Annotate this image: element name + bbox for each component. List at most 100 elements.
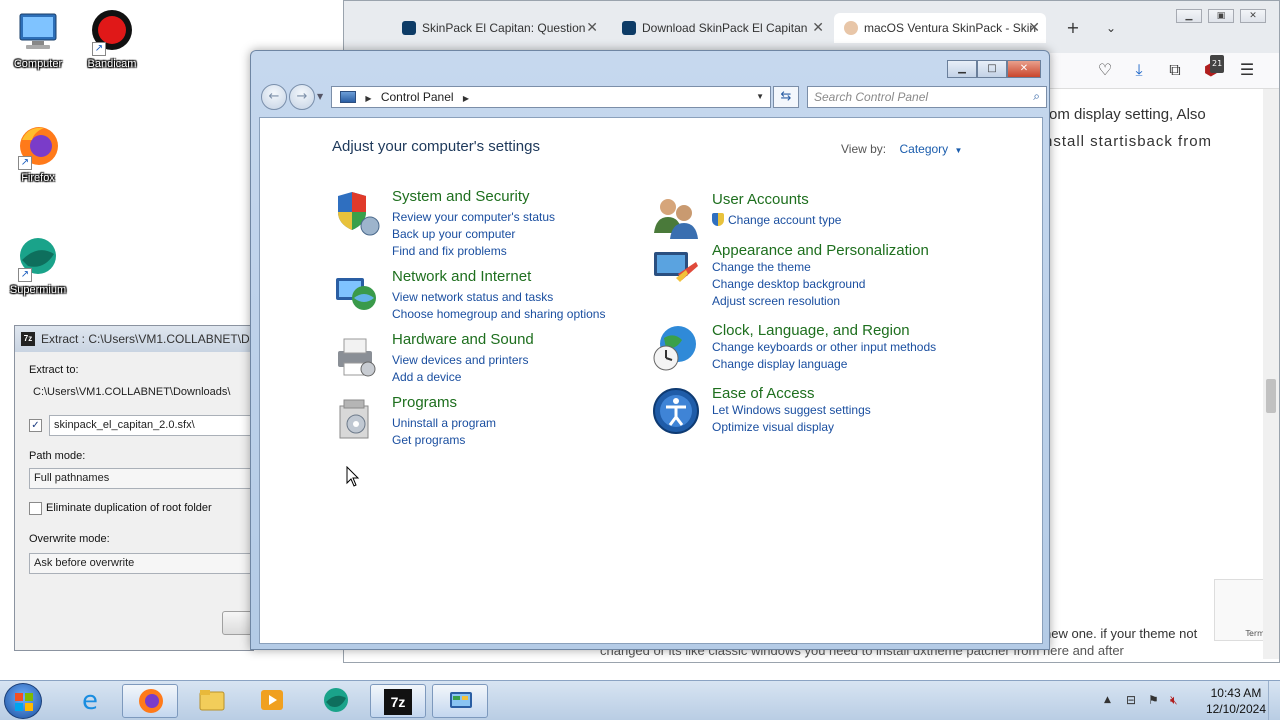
clock-date: 12/10/2024 bbox=[1205, 702, 1266, 716]
start-button[interactable] bbox=[4, 683, 42, 719]
download-icon[interactable]: ⤓ bbox=[1130, 61, 1148, 79]
category-title[interactable]: Hardware and Sound bbox=[392, 331, 534, 348]
taskbar-media-player[interactable] bbox=[244, 684, 300, 718]
close-button[interactable]: ✕ bbox=[1007, 60, 1041, 78]
category-title[interactable]: System and Security bbox=[392, 188, 530, 205]
subfolder-checkbox[interactable]: ✓ bbox=[29, 419, 42, 432]
show-hidden-icons-icon[interactable]: ▲ bbox=[1104, 695, 1111, 705]
browser-tab-3[interactable]: macOS Ventura SkinPack - Skin ✕ bbox=[834, 13, 1046, 43]
ublock-icon[interactable]: ⬢ 21 bbox=[1202, 55, 1225, 79]
refresh-button[interactable]: ⇆ bbox=[773, 86, 799, 108]
overwrite-mode-label: Overwrite mode: bbox=[29, 533, 110, 545]
category-link[interactable]: View devices and printers bbox=[392, 353, 529, 367]
extensions-icon[interactable]: ⧉ bbox=[1166, 61, 1184, 79]
clock[interactable]: 10:43 AM 12/10/2024 bbox=[1206, 685, 1266, 717]
view-by: View by: Category ▼ bbox=[841, 142, 962, 156]
category-title[interactable]: Network and Internet bbox=[392, 268, 531, 285]
programs-box-icon[interactable] bbox=[332, 396, 380, 444]
subfolder-field[interactable]: skinpack_el_capitan_2.0.sfx\ bbox=[49, 415, 255, 436]
category-link[interactable]: Add a device bbox=[392, 370, 461, 384]
category-link[interactable]: Change account type bbox=[712, 213, 841, 227]
category-link[interactable]: Change desktop background bbox=[712, 277, 865, 291]
category-link[interactable]: Review your computer's status bbox=[392, 210, 555, 224]
breadcrumb-control-panel[interactable]: Control Panel bbox=[381, 90, 454, 104]
category-link[interactable]: Adjust screen resolution bbox=[712, 294, 840, 308]
category-title[interactable]: Programs bbox=[392, 394, 457, 411]
users-icon[interactable] bbox=[652, 193, 700, 241]
tab-list-chevron-icon[interactable]: ⌄ bbox=[1102, 19, 1120, 37]
network-globe-icon[interactable] bbox=[332, 270, 380, 318]
bandicam-icon: ↗ bbox=[88, 8, 136, 56]
category-title[interactable]: Appearance and Personalization bbox=[712, 242, 929, 259]
category-link[interactable]: Optimize visual display bbox=[712, 420, 834, 434]
ease-of-access-icon[interactable] bbox=[652, 387, 700, 435]
desktop-icon-supermium[interactable]: ↗ Supermium bbox=[0, 234, 76, 296]
close-tab-icon[interactable]: ✕ bbox=[812, 19, 824, 36]
firefox-icon bbox=[136, 687, 166, 717]
category-link[interactable]: Choose homegroup and sharing options bbox=[392, 307, 605, 321]
minimize-button[interactable]: ▁ bbox=[947, 60, 977, 78]
media-player-icon bbox=[257, 686, 287, 716]
address-bar[interactable]: ▶ Control Panel ▶ ▼ bbox=[331, 86, 771, 108]
overwrite-mode-select[interactable]: Ask before overwrite bbox=[29, 553, 255, 574]
browser-close-button[interactable]: ✕ bbox=[1240, 9, 1266, 23]
maximize-button[interactable]: □ bbox=[977, 60, 1007, 78]
category-title[interactable]: User Accounts bbox=[712, 191, 809, 208]
clock-globe-icon[interactable] bbox=[652, 324, 700, 372]
taskbar-internet-explorer[interactable]: e bbox=[62, 684, 118, 718]
browser-minimize-button[interactable]: ▁ bbox=[1176, 9, 1202, 23]
shield-icon[interactable] bbox=[332, 190, 380, 238]
category-link[interactable]: Let Windows suggest settings bbox=[712, 403, 871, 417]
taskbar-7zip[interactable]: 7z bbox=[370, 684, 426, 718]
printer-icon[interactable] bbox=[332, 333, 380, 381]
breadcrumb-arrow-icon[interactable]: ▶ bbox=[365, 94, 371, 103]
breadcrumb-arrow-icon[interactable]: ▶ bbox=[463, 94, 469, 103]
taskbar-firefox[interactable] bbox=[122, 684, 178, 718]
volume-muted-icon[interactable]: 🔇︎ bbox=[1170, 693, 1178, 708]
category-link[interactable]: Change the theme bbox=[712, 260, 811, 274]
category-link[interactable]: Back up your computer bbox=[392, 227, 515, 241]
menu-icon[interactable]: ☰ bbox=[1238, 61, 1256, 79]
category-link[interactable]: View network status and tasks bbox=[392, 290, 553, 304]
action-center-flag-icon[interactable]: ⚑ bbox=[1148, 693, 1159, 707]
taskbar-file-explorer[interactable] bbox=[184, 684, 240, 718]
chevron-down-icon[interactable]: ▼ bbox=[955, 146, 963, 155]
browser-tab-2[interactable]: Download SkinPack El Capitan ✕ bbox=[612, 13, 830, 43]
close-tab-icon[interactable]: ✕ bbox=[1028, 19, 1040, 36]
extract-to-field[interactable]: C:\Users\VM1.COLLABNET\Downloads\ bbox=[29, 383, 255, 404]
shortcut-arrow-icon: ↗ bbox=[92, 42, 106, 56]
extract-dialog: 7z Extract : C:\Users\VM1.COLLABNET\Dov … bbox=[14, 325, 262, 651]
new-tab-icon[interactable]: + bbox=[1064, 19, 1082, 37]
pocket-icon[interactable]: ♡ bbox=[1096, 61, 1114, 79]
category-link[interactable]: Change display language bbox=[712, 357, 847, 371]
recent-pages-chevron-icon[interactable]: ▼ bbox=[317, 92, 323, 101]
forward-button[interactable]: → bbox=[289, 84, 315, 110]
path-mode-select[interactable]: Full pathnames bbox=[29, 468, 255, 489]
eliminate-duplication-checkbox[interactable] bbox=[29, 502, 42, 515]
address-dropdown-icon[interactable]: ▼ bbox=[756, 92, 764, 101]
category-link[interactable]: Uninstall a program bbox=[392, 416, 496, 430]
browser-tab-1[interactable]: SkinPack El Capitan: Question ✕ bbox=[392, 13, 604, 43]
category-link[interactable]: Change keyboards or other input methods bbox=[712, 340, 936, 354]
browser-maximize-button[interactable]: ▣ bbox=[1208, 9, 1234, 23]
taskbar-supermium[interactable] bbox=[308, 684, 364, 718]
category-link[interactable]: Get programs bbox=[392, 433, 465, 447]
close-tab-icon[interactable]: ✕ bbox=[586, 19, 598, 36]
desktop-icon-bandicam[interactable]: ↗ Bandicam bbox=[74, 8, 150, 70]
scrollbar-thumb[interactable] bbox=[1266, 379, 1276, 413]
taskbar-control-panel[interactable] bbox=[432, 684, 488, 718]
view-by-dropdown[interactable]: Category bbox=[899, 142, 948, 156]
browser-scrollbar[interactable] bbox=[1263, 89, 1279, 659]
desktop-icon-computer[interactable]: Computer bbox=[0, 8, 76, 70]
desktop-icon-firefox[interactable]: ↗ Firefox bbox=[0, 122, 76, 184]
category-link[interactable]: Find and fix problems bbox=[392, 244, 507, 258]
search-icon[interactable]: ⌕ bbox=[1033, 89, 1040, 104]
uac-shield-icon bbox=[712, 213, 724, 226]
category-title[interactable]: Clock, Language, and Region bbox=[712, 322, 910, 339]
search-input[interactable]: Search Control Panel ⌕ bbox=[807, 86, 1047, 108]
back-button[interactable]: ← bbox=[261, 84, 287, 110]
monitor-paint-icon[interactable] bbox=[652, 244, 700, 292]
category-title[interactable]: Ease of Access bbox=[712, 385, 815, 402]
network-icon[interactable]: ⊟ bbox=[1126, 693, 1136, 707]
show-desktop-button[interactable] bbox=[1268, 681, 1280, 720]
